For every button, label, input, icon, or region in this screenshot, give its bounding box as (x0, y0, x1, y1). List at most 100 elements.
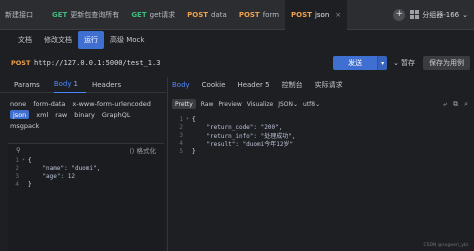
search-icon[interactable]: ⌕ (464, 100, 468, 109)
tab-label: get请求 (149, 11, 176, 19)
tab-get-request[interactable]: GET get请求 (125, 0, 181, 30)
url-bar: POST http://127.0.0.1:5000/test_1.3 发送 ▾… (8, 55, 470, 71)
url-input[interactable]: http://127.0.0.1:5000/test_1.3 (30, 55, 333, 71)
tab-post-form[interactable]: POST form (233, 0, 285, 30)
body-type-none[interactable]: none (10, 99, 26, 108)
body-type-json[interactable]: json (10, 110, 30, 119)
code-line: 1 ▾{ (172, 115, 468, 123)
send-button[interactable]: 发送 (333, 56, 378, 70)
code-text: "return_code": "200", (192, 123, 283, 131)
watermark: CSDN @sugeeri_ybl (423, 243, 468, 248)
view-preview[interactable]: Preview (218, 99, 241, 109)
code-line: 3 "age": 12 (8, 172, 164, 180)
code-text: } (28, 180, 32, 188)
format-select[interactable]: JSON ⌄ (278, 99, 298, 109)
tab-body[interactable]: Body 1 (53, 77, 86, 93)
tab-response-header[interactable]: Header 5 (237, 77, 269, 93)
request-body-editor[interactable]: ⚲ ⟨⟩ 格式化 1 ▾{ 2 "name": "duomi", 3 "age":… (8, 143, 164, 251)
tab-label: form (262, 11, 280, 19)
response-view-bar: Pretty Raw Preview Visualize JSON ⌄ utf8… (172, 98, 468, 110)
panel-divider[interactable] (167, 77, 168, 251)
body-type-raw[interactable]: raw (55, 110, 67, 119)
add-tab-button[interactable]: + (393, 8, 406, 21)
tab-cookie[interactable]: Cookie (202, 77, 226, 93)
line-number: 3 (179, 131, 183, 139)
chevron-down-icon: ⌄ (393, 59, 399, 67)
code-text: } (192, 147, 196, 155)
code-text: { (192, 115, 196, 123)
view-pretty[interactable]: Pretty (172, 99, 196, 109)
line-number: 1 (179, 115, 183, 123)
tab-label: Body (53, 80, 72, 88)
tab-actual-request[interactable]: 实际请求 (315, 77, 343, 93)
method-select[interactable]: POST (8, 59, 30, 67)
encoding-label: utf8 (303, 100, 316, 108)
subnav-docs[interactable]: 文档 (12, 31, 38, 49)
environment-select[interactable]: 分组器-166 ⌄ (410, 10, 468, 20)
environment-label: 分组器-166 (422, 10, 460, 19)
tab-label: json (314, 11, 330, 19)
method-badge: POST (291, 11, 312, 19)
code-icon: ⟨⟩ (129, 147, 137, 155)
tab-params[interactable]: Params (14, 77, 48, 93)
tab-headers[interactable]: Headers (92, 77, 129, 93)
tab-label: Headers (91, 80, 122, 89)
subnav-run[interactable]: 运行 (78, 31, 104, 49)
response-body-viewer[interactable]: 1 ▾{ 2 "return_code": "200", 3 "return_in… (172, 115, 468, 245)
save-draft-button[interactable]: ⌄ 暂存 (393, 56, 415, 70)
code-line: 1 ▾{ (8, 156, 164, 164)
request-panel: Params Body 1 Headers none form-data x-ww… (0, 77, 166, 251)
save-as-case-button[interactable]: 保存为用例 (423, 56, 470, 70)
method-badge: POST (187, 11, 209, 19)
code-text: "age": 12 (28, 172, 75, 180)
subnav-edit-docs[interactable]: 修改文档 (38, 31, 78, 49)
line-number: 4 (179, 139, 183, 147)
line-number: 2 (15, 164, 19, 172)
tab-post-json[interactable]: POST json × (285, 0, 348, 30)
format-label: 格式化 (136, 147, 157, 155)
close-icon[interactable]: × (335, 11, 341, 19)
code-text: "result": "duomi今年12岁" (192, 140, 294, 148)
code-line: 2 "name": "duomi", (8, 164, 164, 172)
send-options-chevron-icon[interactable]: ▾ (377, 56, 388, 70)
tab-get-update-query[interactable]: GET 更新包查询所有 (46, 0, 125, 30)
grid-icon (410, 10, 420, 19)
body-type-form-data[interactable]: form-data (33, 99, 65, 108)
method-badge: GET (52, 11, 68, 19)
save-as-label: 保存为用例 (429, 59, 464, 67)
response-tabs: Body Cookie Header 5 控制台 实际请求 (172, 77, 474, 93)
tab-response-body[interactable]: Body (172, 77, 190, 93)
magic-wand-icon[interactable]: ⚲ (16, 146, 21, 154)
wrap-icon[interactable]: ⤶ (443, 100, 447, 109)
tab-label: 更新包查询所有 (70, 11, 120, 19)
body-type-graphql[interactable]: GraphQL (102, 110, 131, 119)
subnav-advanced-mock[interactable]: 高级 Mock (104, 31, 150, 49)
count-badge: 1 (73, 80, 78, 88)
code-line: 5} (172, 147, 468, 155)
request-tabs: Params Body 1 Headers (0, 77, 166, 93)
code-line: 4 "result": "duomi今年12岁" (172, 139, 468, 148)
format-button[interactable]: ⟨⟩ 格式化 (129, 145, 156, 155)
view-raw[interactable]: Raw (201, 99, 214, 109)
tab-new-interface[interactable]: 新建接口 (0, 0, 46, 30)
body-type-binary[interactable]: binary (74, 110, 95, 119)
encoding-select[interactable]: utf8 ⌄ (303, 99, 320, 109)
format-label: JSON (278, 100, 293, 108)
body-type-xml[interactable]: xml (36, 110, 48, 119)
body-type-selector: none form-data x-www-form-urlencoded jso… (10, 99, 160, 130)
chevron-down-icon: ⌄ (315, 100, 321, 108)
tab-post-data[interactable]: POST data (181, 0, 233, 30)
code-text: "name": "duomi", (28, 164, 101, 172)
tab-console[interactable]: 控制台 (282, 77, 303, 93)
body-type-msgpack[interactable]: msgpack (10, 121, 39, 130)
copy-icon[interactable]: ⧉ (453, 100, 458, 109)
line-number: 2 (179, 123, 183, 131)
line-number: 4 (15, 180, 19, 188)
view-visualize[interactable]: Visualize (247, 99, 273, 109)
chevron-down-icon: ⌄ (462, 10, 468, 19)
line-number: 5 (179, 147, 183, 155)
body-type-urlencoded[interactable]: x-www-form-urlencoded (72, 99, 151, 108)
line-number: 3 (15, 172, 19, 180)
line-number: 1 (15, 156, 19, 164)
tab-label: data (211, 11, 227, 19)
